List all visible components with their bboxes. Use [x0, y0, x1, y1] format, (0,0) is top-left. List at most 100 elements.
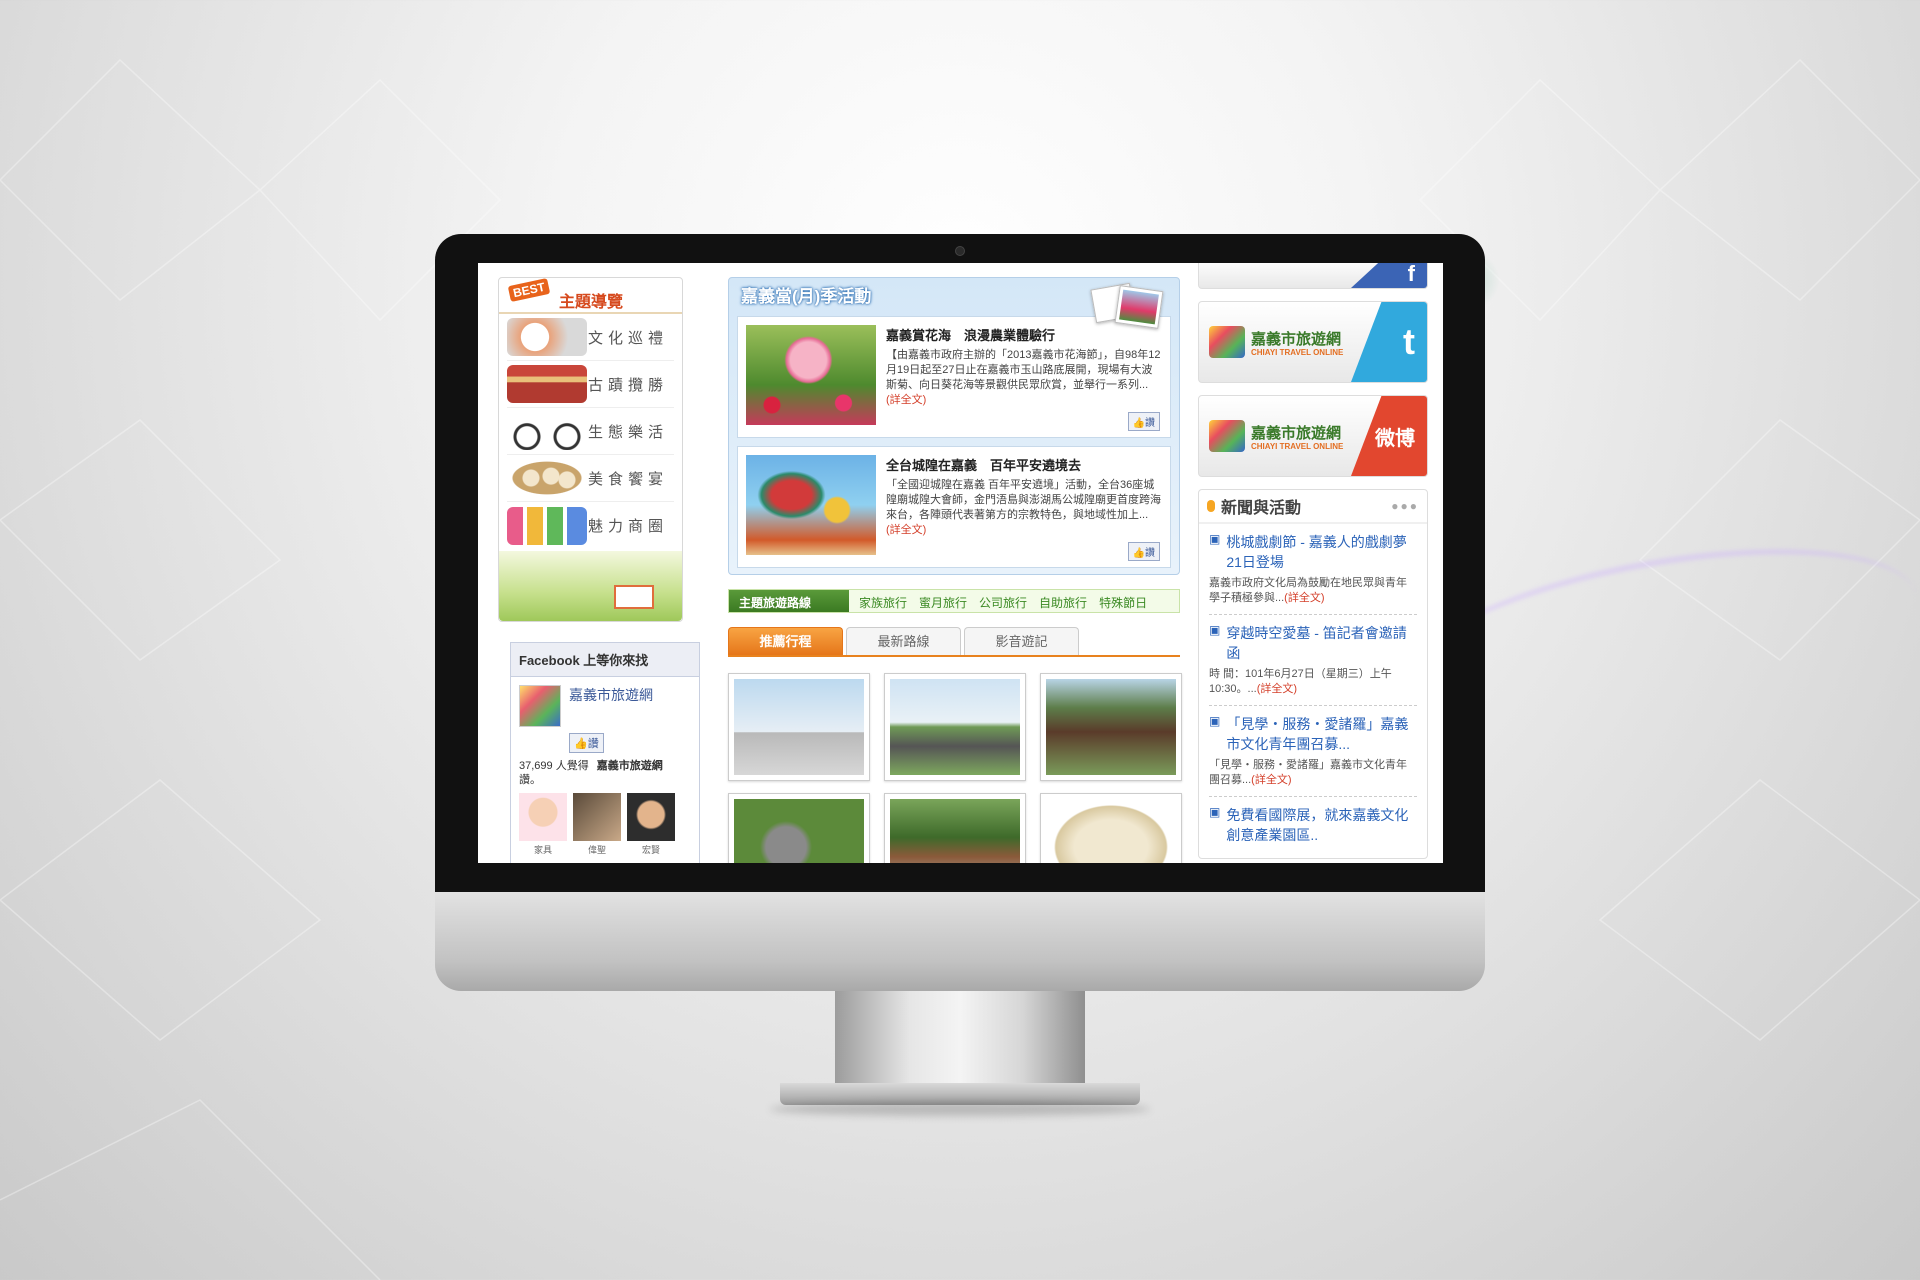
- route-link-family[interactable]: 家族旅行: [859, 594, 907, 610]
- theme-guide-title: 主題導覽: [559, 294, 624, 311]
- fan-name: 家具: [533, 845, 552, 855]
- center-column: 嘉義當(月)季活動 嘉義賞花海 浪漫農業體驗行 【由嘉義市政府主辦的「2013嘉…: [728, 277, 1182, 863]
- like-label: 讚: [587, 738, 599, 750]
- fan-name: 宏賢: [641, 845, 660, 855]
- news-header: 新聞與活動 ●●●: [1199, 490, 1427, 524]
- activity-body: 全台城隍在嘉義 百年平安遶境去 「全國迎城隍在嘉義 百年平安遶境」活動，全台36…: [886, 455, 1162, 561]
- avatar: [573, 793, 621, 841]
- news-title: 新聞與活動: [1221, 500, 1302, 517]
- activity-item[interactable]: 全台城隍在嘉義 百年平安遶境去 「全國迎城隍在嘉義 百年平安遶境」活動，全台36…: [737, 446, 1171, 568]
- activity-title[interactable]: 嘉義賞花海 浪漫農業體驗行: [886, 325, 1162, 344]
- avatar: [627, 793, 675, 841]
- pager-dots-icon[interactable]: ●●●: [1391, 499, 1419, 513]
- bullet-icon: [1207, 500, 1215, 512]
- itinerary-thumbnail[interactable]: [1040, 673, 1182, 781]
- itinerary-thumbnails: [728, 673, 1182, 863]
- activity-like-button[interactable]: 👍讚: [1127, 542, 1160, 561]
- theme-item-label: 古蹟攬勝: [587, 376, 668, 394]
- theme-item-label: 生態樂活: [587, 423, 668, 441]
- bicycle-icon: [507, 412, 587, 450]
- flower-sea-image[interactable]: [746, 325, 876, 425]
- news-item[interactable]: ▣ 桃城戲劇節 - 嘉義人的戲劇夢21日登場 嘉義市政府文化局為鼓勵在地民眾與青年…: [1209, 524, 1417, 615]
- left-column: BEST 主題導覽 文化巡禮 古蹟攬勝 生態樂活 美食饗宴 魅力商圈 Faceb…: [498, 277, 700, 863]
- avatar: [519, 793, 567, 841]
- itinerary-thumbnail[interactable]: [884, 793, 1026, 863]
- activity-item[interactable]: 嘉義賞花海 浪漫農業體驗行 【由嘉義市政府主辦的「2013嘉義市花海節」，自98…: [737, 316, 1171, 438]
- monitor-stand: [835, 991, 1085, 1083]
- itinerary-thumbnail[interactable]: [728, 673, 870, 781]
- activity-body: 嘉義賞花海 浪漫農業體驗行 【由嘉義市政府主辦的「2013嘉義市花海節」，自98…: [886, 325, 1162, 431]
- fan-avatar[interactable]: 偉聖: [573, 793, 621, 856]
- banner-site-name: 嘉義市旅遊網: [1251, 331, 1342, 348]
- read-more-link[interactable]: (詳全文): [886, 524, 926, 536]
- facebook-like-button[interactable]: 👍讚: [569, 733, 604, 753]
- right-column: f 嘉義市旅遊網 CHIAYI TRAVEL ONLINE t 嘉義市旅遊網 C…: [1198, 263, 1428, 859]
- monitor-screen: BEST 主題導覽 文化巡禮 古蹟攬勝 生態樂活 美食饗宴 魅力商圈 Faceb…: [478, 263, 1443, 863]
- news-item[interactable]: ▣ 免費看國際展，就來嘉義文化創意產業園區..: [1209, 797, 1417, 853]
- theme-item-ecology[interactable]: 生態樂活: [507, 408, 674, 455]
- route-link-company[interactable]: 公司旅行: [979, 594, 1027, 610]
- facebook-like-count: 37,699 人覺得 嘉義市旅遊網 讚。: [511, 753, 699, 787]
- theme-routes-links: 家族旅行 蜜月旅行 公司旅行 自助旅行 特殊節日: [849, 590, 1157, 612]
- like-count-suffix: 讚。: [519, 774, 541, 786]
- fan-avatar[interactable]: 宏賢: [627, 793, 675, 856]
- activity-description: 「全國迎城隍在嘉義 百年平安遶境」活動，全台36座城隍廟城隍大會師，金門浯島與澎…: [886, 479, 1161, 521]
- route-link-holiday[interactable]: 特殊節日: [1099, 594, 1147, 610]
- facebook-banner[interactable]: f: [1198, 263, 1428, 289]
- theme-item-heritage[interactable]: 古蹟攬勝: [507, 361, 674, 408]
- news-item-desc: 「見學・服務・愛諸羅」嘉義市文化青年團召募...: [1209, 759, 1407, 786]
- theme-item-shopping[interactable]: 魅力商圈: [507, 502, 674, 549]
- news-item-icon: ▣: [1209, 623, 1221, 637]
- route-link-honeymoon[interactable]: 蜜月旅行: [919, 594, 967, 610]
- theme-item-culture[interactable]: 文化巡禮: [507, 314, 674, 361]
- itinerary-thumbnail[interactable]: [1040, 793, 1182, 863]
- theme-routes-label: 主題旅遊路線: [729, 590, 849, 612]
- news-item[interactable]: ▣ 穿越時空愛墓 - 笛記者會邀請函 時 間：101年6月27日（星期三）上午10…: [1209, 615, 1417, 706]
- like-count-page[interactable]: 嘉義市旅遊網: [597, 760, 663, 772]
- site-logo-icon[interactable]: [519, 685, 561, 727]
- house-icon: [614, 585, 654, 609]
- activity-text: 【由嘉義市政府主辦的「2013嘉義市花海節」，自98年12月19日起至27日止在…: [886, 348, 1162, 408]
- like-label: 讚: [1145, 548, 1155, 559]
- fan-avatar[interactable]: 家具: [519, 793, 567, 856]
- twitter-icon: t: [1351, 302, 1427, 382]
- route-link-self-guided[interactable]: 自助旅行: [1039, 594, 1087, 610]
- twitter-banner[interactable]: 嘉義市旅遊網 CHIAYI TRAVEL ONLINE t: [1198, 301, 1428, 383]
- read-more-link[interactable]: (詳全文): [1257, 683, 1297, 695]
- news-item-icon: ▣: [1209, 714, 1221, 728]
- tab-video-journals[interactable]: 影音遊記: [964, 627, 1079, 655]
- news-item-title[interactable]: 「見學・服務・愛諸羅」嘉義市文化青年團召募...: [1226, 714, 1417, 754]
- like-label: 讚: [1145, 418, 1155, 429]
- weibo-banner[interactable]: 嘉義市旅遊網 CHIAYI TRAVEL ONLINE 微博: [1198, 395, 1428, 477]
- itinerary-tabs: 推薦行程 最新路線 影音遊記: [728, 627, 1180, 657]
- news-item[interactable]: ▣ 「見學・服務・愛諸羅」嘉義市文化青年團召募... 「見學・服務・愛諸羅」嘉義市…: [1209, 706, 1417, 797]
- news-item-title[interactable]: 桃城戲劇節 - 嘉義人的戲劇夢21日登場: [1226, 532, 1417, 572]
- shopping-bags-icon: [507, 506, 587, 545]
- news-item-title[interactable]: 免費看國際展，就來嘉義文化創意產業園區..: [1226, 805, 1417, 845]
- banner-site-name: 嘉義市旅遊網: [1251, 425, 1342, 442]
- activity-title[interactable]: 全台城隍在嘉義 百年平安遶境去: [886, 455, 1162, 474]
- theme-item-label: 魅力商圈: [587, 518, 668, 535]
- read-more-link[interactable]: (詳全文): [1251, 774, 1291, 786]
- tab-latest-routes[interactable]: 最新路線: [846, 627, 961, 655]
- theme-item-food[interactable]: 美食饗宴: [507, 455, 674, 502]
- news-item-icon: ▣: [1209, 805, 1221, 819]
- theme-guide-panel: BEST 主題導覽 文化巡禮 古蹟攬勝 生態樂活 美食饗宴 魅力商圈: [498, 277, 683, 622]
- facebook-page-name[interactable]: 嘉義市旅遊網: [569, 685, 653, 727]
- activity-like-button[interactable]: 👍讚: [1127, 412, 1160, 431]
- monthly-activities-panel: 嘉義當(月)季活動 嘉義賞花海 浪漫農業體驗行 【由嘉義市政府主辦的「2013嘉…: [728, 277, 1180, 575]
- facebook-widget: Facebook 上等你來找 嘉義市旅遊網 👍讚 37,699 人覺得 嘉義市旅遊…: [510, 642, 700, 863]
- news-item-title[interactable]: 穿越時空愛墓 - 笛記者會邀請函: [1226, 623, 1417, 663]
- fan-faces: 家具 偉聖 宏賢: [511, 787, 699, 862]
- itinerary-thumbnail[interactable]: [728, 793, 870, 863]
- facebook-icon: f: [1351, 263, 1427, 288]
- theme-item-label: 美食饗宴: [587, 470, 668, 488]
- read-more-link[interactable]: (詳全文): [886, 394, 926, 406]
- read-more-link[interactable]: (詳全文): [1284, 592, 1324, 604]
- activity-text: 「全國迎城隍在嘉義 百年平安遶境」活動，全台36座城隍廟城隍大會師，金門浯島與澎…: [886, 478, 1162, 538]
- temple-icon: [507, 365, 587, 403]
- temple-parade-image[interactable]: [746, 455, 876, 555]
- itinerary-thumbnail[interactable]: [884, 673, 1026, 781]
- tab-recommended[interactable]: 推薦行程: [728, 627, 843, 655]
- banner-site-subtitle: CHIAYI TRAVEL ONLINE: [1251, 442, 1344, 451]
